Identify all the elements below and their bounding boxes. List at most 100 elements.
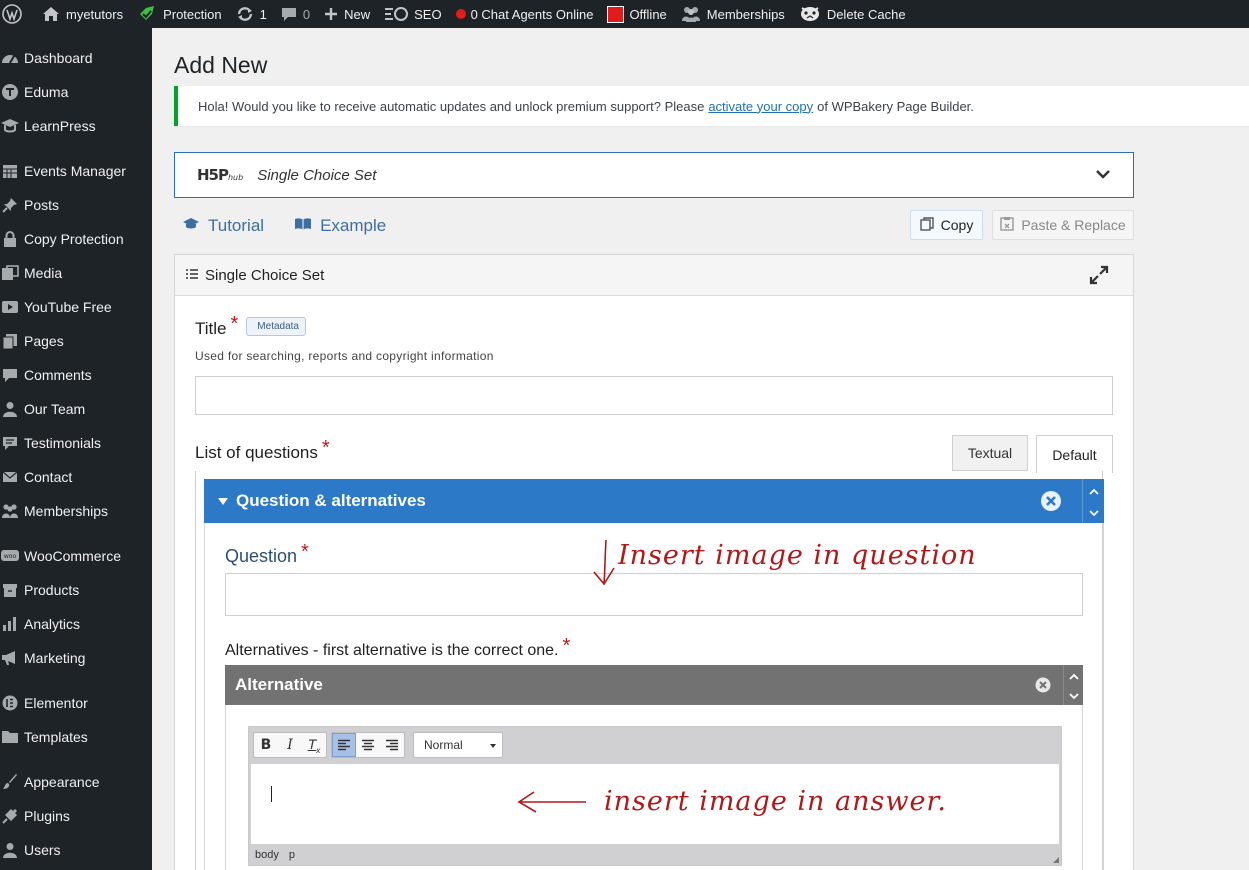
seo-label: SEO bbox=[414, 6, 442, 22]
sidebar-item-woocommerce[interactable]: woo WooCommerce bbox=[0, 539, 152, 573]
archive-icon bbox=[0, 582, 24, 598]
metadata-button[interactable]: Metadata bbox=[246, 317, 306, 336]
seo-icon bbox=[384, 6, 409, 22]
sidebar-item-media[interactable]: Media bbox=[0, 256, 152, 290]
notice-text-end: of WPBakery Page Builder. bbox=[817, 98, 974, 114]
sidebar-item-copy-protection[interactable]: Copy Protection bbox=[0, 222, 152, 256]
sidebar-item-testimonials[interactable]: Testimonials bbox=[0, 426, 152, 460]
remove-alternative-icon[interactable] bbox=[1035, 677, 1051, 698]
question-input[interactable] bbox=[225, 573, 1083, 616]
cheetah-icon bbox=[799, 5, 821, 23]
activate-link[interactable]: activate your copy bbox=[708, 99, 813, 114]
sidebar-item-label: Pages bbox=[24, 333, 64, 349]
alternative-reorder-arrows bbox=[1063, 665, 1083, 705]
sidebar-item-youtube-free[interactable]: YouTube Free bbox=[0, 290, 152, 324]
align-left-button[interactable] bbox=[332, 733, 356, 757]
editor-header: Single Choice Set bbox=[175, 255, 1133, 296]
caret-down-icon[interactable] bbox=[218, 491, 228, 511]
comments-link[interactable]: 0 bbox=[274, 0, 317, 28]
sidebar-item-label: Users bbox=[24, 842, 61, 858]
sidebar-item-posts[interactable]: Posts bbox=[0, 188, 152, 222]
sidebar-item-eduma[interactable]: Eduma bbox=[0, 75, 152, 109]
sidebar-item-comments[interactable]: Comments bbox=[0, 358, 152, 392]
align-right-button[interactable] bbox=[380, 733, 404, 757]
answer-annotation: insert image in answer. bbox=[604, 786, 947, 817]
fullscreen-icon[interactable] bbox=[1089, 265, 1115, 289]
status-dot-icon bbox=[455, 9, 466, 19]
sidebar-item-our-team[interactable]: Our Team bbox=[0, 392, 152, 426]
paragraph-format-select[interactable]: Normal bbox=[413, 732, 503, 758]
sidebar-item-dashboard[interactable]: Dashboard bbox=[0, 41, 152, 75]
new-content-link[interactable]: New bbox=[317, 0, 377, 28]
wp-logo-button[interactable] bbox=[0, 0, 35, 28]
tab-default[interactable]: Default bbox=[1036, 435, 1113, 473]
sidebar-item-users[interactable]: Users bbox=[0, 833, 152, 867]
content-type-selector[interactable]: H5Phub Single Choice Set bbox=[174, 152, 1134, 198]
learnpress-icon bbox=[0, 118, 24, 134]
graduation-cap-icon bbox=[182, 216, 208, 236]
tutorial-label: Tutorial bbox=[208, 216, 265, 235]
tutorial-link[interactable]: Tutorial bbox=[182, 216, 264, 236]
group-icon bbox=[0, 503, 24, 519]
move-down-icon[interactable] bbox=[1068, 685, 1079, 705]
sidebar-item-learnpress[interactable]: LearnPress bbox=[0, 109, 152, 143]
updates-link[interactable]: 1 bbox=[229, 0, 274, 28]
delete-cache-label: Delete Cache bbox=[826, 6, 906, 22]
sidebar-item-appearance[interactable]: Appearance bbox=[0, 765, 152, 799]
eduma-icon bbox=[0, 83, 24, 101]
align-center-button[interactable] bbox=[356, 733, 380, 757]
sidebar-item-label: Plugins bbox=[24, 808, 70, 824]
sidebar-item-label: Marketing bbox=[24, 650, 86, 666]
paste-replace-button[interactable]: Paste & Replace bbox=[992, 210, 1134, 240]
sidebar-item-label: Elementor bbox=[24, 695, 88, 711]
move-down-icon[interactable] bbox=[1088, 502, 1099, 522]
sidebar-item-plugins[interactable]: Plugins bbox=[0, 799, 152, 833]
title-input[interactable] bbox=[195, 376, 1113, 415]
move-up-icon[interactable] bbox=[1088, 480, 1099, 500]
protection-link[interactable]: Protection bbox=[130, 0, 229, 28]
move-up-icon[interactable] bbox=[1068, 665, 1079, 685]
seo-link[interactable]: SEO bbox=[377, 0, 448, 28]
admin-sidebar: Dashboard Eduma LearnPress Events Manage… bbox=[0, 28, 152, 870]
question-group-header[interactable]: Question & alternatives bbox=[204, 479, 1104, 523]
site-name-link[interactable]: myetutors bbox=[35, 0, 130, 28]
sidebar-item-pages[interactable]: Pages bbox=[0, 324, 152, 358]
italic-button[interactable]: I bbox=[278, 733, 302, 757]
title-label: Title bbox=[195, 318, 227, 338]
chevron-down-icon[interactable] bbox=[1095, 167, 1111, 186]
tab-textual[interactable]: Textual bbox=[952, 435, 1028, 471]
chat-agents-link[interactable]: 0 Chat Agents Online bbox=[449, 0, 601, 28]
remove-format-button[interactable]: Tx bbox=[302, 733, 326, 757]
format-select-value: Normal bbox=[424, 738, 463, 752]
sidebar-item-label: WooCommerce bbox=[24, 548, 121, 564]
sidebar-item-analytics[interactable]: Analytics bbox=[0, 607, 152, 641]
sidebar-item-marketing[interactable]: Marketing bbox=[0, 641, 152, 675]
sidebar-item-templates[interactable]: Templates bbox=[0, 720, 152, 754]
editor-toolbar: B I Tx Normal bbox=[249, 727, 1061, 763]
example-link[interactable]: Example bbox=[294, 216, 386, 236]
plus-icon bbox=[324, 7, 338, 21]
sidebar-item-products[interactable]: Products bbox=[0, 573, 152, 607]
sidebar-item-elementor[interactable]: Elementor bbox=[0, 686, 152, 720]
clipboard-icon bbox=[1000, 216, 1021, 234]
offline-link[interactable]: Offline bbox=[600, 0, 673, 28]
path-body[interactable]: body bbox=[255, 849, 279, 861]
example-label: Example bbox=[320, 216, 387, 235]
media-icon bbox=[0, 265, 24, 281]
delete-cache-link[interactable]: Delete Cache bbox=[792, 0, 913, 28]
required-asterisk: * bbox=[562, 635, 571, 657]
sidebar-item-label: Events Manager bbox=[24, 163, 126, 179]
path-p[interactable]: p bbox=[289, 849, 295, 861]
sidebar-item-label: Appearance bbox=[24, 774, 100, 790]
alternative-header[interactable]: Alternative bbox=[225, 665, 1083, 705]
resize-handle-icon[interactable] bbox=[1053, 857, 1059, 863]
sidebar-item-events-manager[interactable]: Events Manager bbox=[0, 154, 152, 188]
annotation-arrow-left-icon bbox=[517, 791, 586, 813]
megaphone-icon bbox=[0, 650, 24, 666]
sidebar-item-memberships[interactable]: Memberships bbox=[0, 494, 152, 528]
memberships-link[interactable]: Memberships bbox=[674, 0, 792, 28]
sidebar-item-contact[interactable]: Contact bbox=[0, 460, 152, 494]
remove-question-icon[interactable] bbox=[1040, 490, 1062, 517]
copy-button[interactable]: Copy bbox=[910, 210, 983, 240]
bold-button[interactable]: B bbox=[254, 733, 278, 757]
